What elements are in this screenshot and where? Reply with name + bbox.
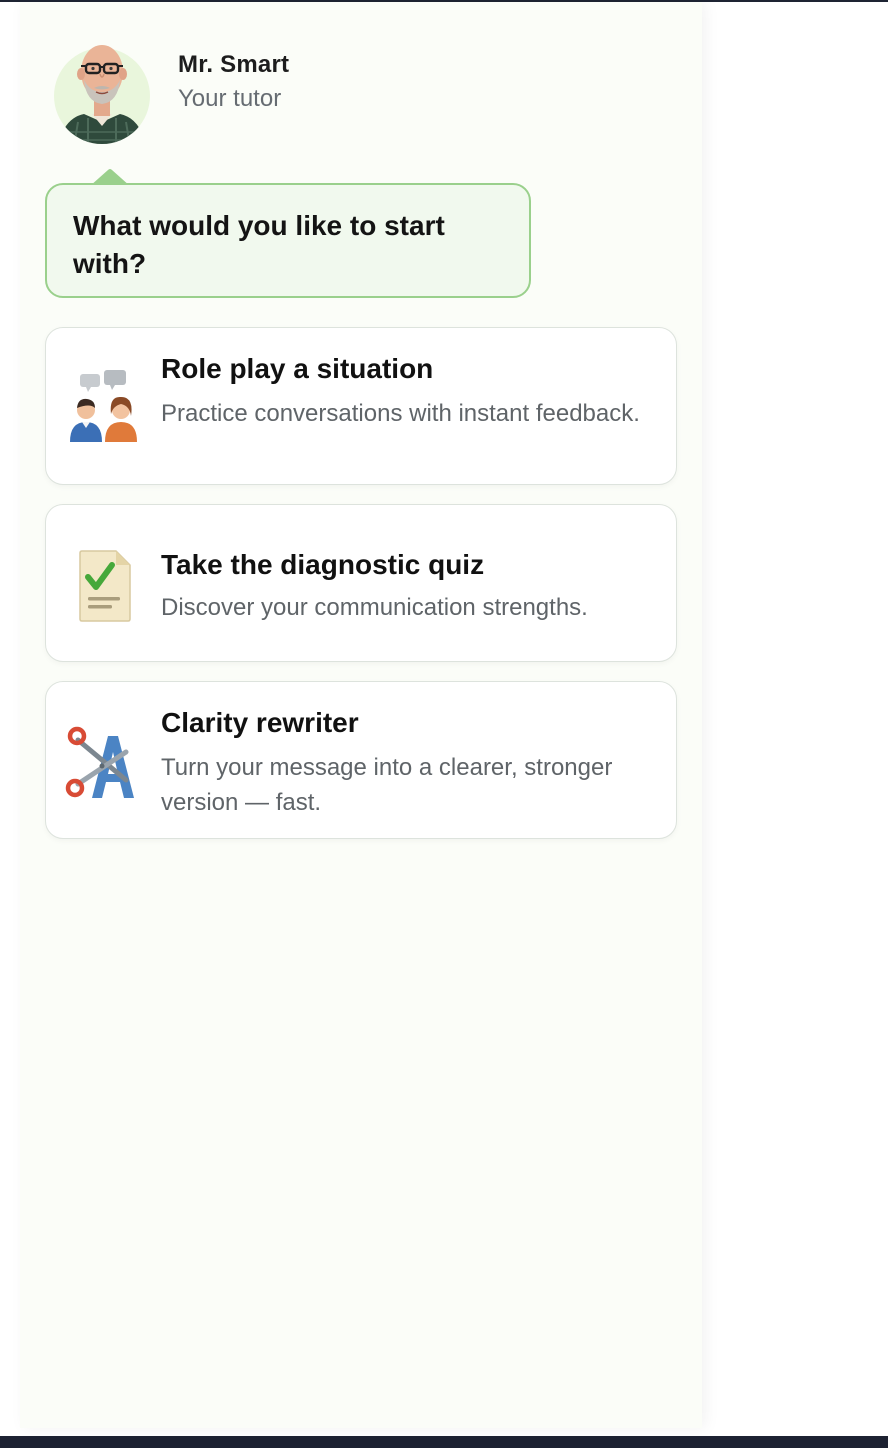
option-title: Role play a situation <box>161 353 434 384</box>
option-card-role-play[interactable]: Role play a situation Practice conversat… <box>45 327 677 485</box>
tutor-role: Your tutor <box>178 85 282 112</box>
bottom-window-edge <box>0 1436 888 1448</box>
option-description: Practice conversations with instant feed… <box>161 400 640 427</box>
tutor-portrait-icon <box>54 45 150 144</box>
scissors-text-icon <box>64 722 144 802</box>
option-description: Discover your communication strengths. <box>161 594 588 621</box>
people-talking-icon <box>64 368 144 448</box>
tutor-avatar[interactable] <box>54 34 150 146</box>
tutor-speech-bubble: What would you like to start with? <box>45 183 531 298</box>
option-description: Turn your message into a clearer, strong… <box>161 754 613 816</box>
option-title: Clarity rewriter <box>161 707 359 738</box>
tutor-header: Mr. Smart Your tutor <box>54 34 289 146</box>
tutor-info: Mr. Smart Your tutor <box>178 50 289 116</box>
prompt-text: What would you like to start with? <box>73 210 445 279</box>
option-card-diagnostic-quiz[interactable]: Take the diagnostic quiz Discover your c… <box>45 504 677 662</box>
tutor-panel: Mr. Smart Your tutor What would you like… <box>20 2 702 1428</box>
checklist-document-icon <box>64 545 144 625</box>
option-title: Take the diagnostic quiz <box>161 549 485 580</box>
tutor-name: Mr. Smart <box>178 51 290 78</box>
option-card-clarity-rewriter[interactable]: Clarity rewriter Turn your message into … <box>45 681 677 839</box>
